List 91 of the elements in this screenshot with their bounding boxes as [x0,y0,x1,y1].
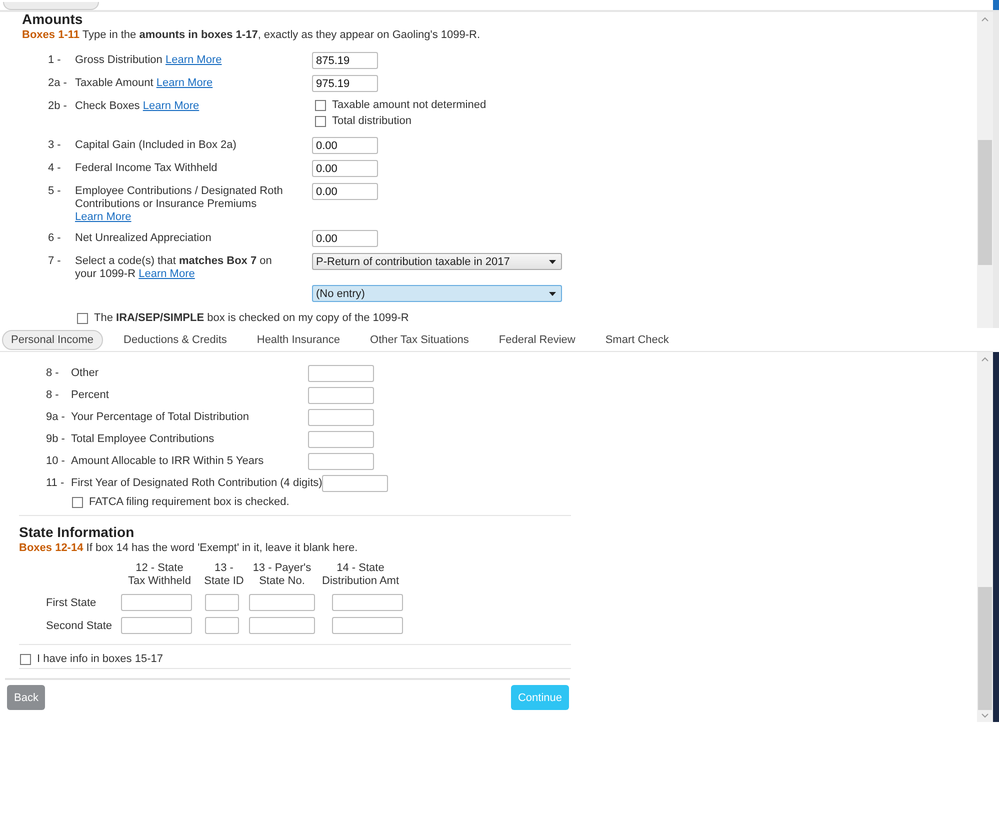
box-number: 10 - [46,454,66,469]
scrollbar[interactable] [977,352,993,722]
column-header: 12 - State Tax Withheld [127,562,192,588]
state-field[interactable] [332,594,403,611]
checkbox-label: Total distribution [332,115,412,127]
state-field[interactable] [249,617,315,634]
checkbox[interactable] [315,116,326,126]
box-number: 9a - [46,410,66,425]
field-label: Capital Gain (Included in Box 2a) [75,138,238,152]
checkbox-label: The IRA/SEP/SIMPLE box is checked on my copy of the 1099-R [94,312,409,324]
row-label: Second State [46,620,114,632]
field-label: Employee Contributions / Designated Roth Contributions or Insurance Premiums Learn More [75,184,284,224]
field-label: Your Percentage of Total Distribution [71,411,249,423]
field-label: Gross Distribution Learn More [75,53,223,67]
scroll-down-icon[interactable] [981,713,989,719]
box-number: 4 - [48,161,62,176]
field-label: Select a code(s) that matches Box 7 on your 1099-R Learn More [75,254,273,281]
amount-field[interactable]: 0.00 [312,160,378,177]
state-field[interactable] [121,594,192,611]
code-dropdown[interactable]: (No entry) [312,285,562,302]
scrollbar-thumb[interactable] [978,587,992,710]
amount-field[interactable] [322,475,388,492]
learn-more-link[interactable]: Learn More [165,54,222,66]
box-number: 2a - [48,76,68,91]
nav-tab[interactable]: Federal Review [490,330,584,350]
amount-field[interactable] [308,453,374,470]
scroll-up-icon[interactable] [981,16,989,22]
column-header: 13 - Payer's State No. [252,562,312,588]
scrollbar-thumb[interactable] [978,140,992,265]
box-number: 9b - [46,432,66,447]
column-header: 13 - State ID [203,562,245,588]
checkbox-label: Taxable amount not determined [332,99,486,111]
learn-more-link[interactable]: Learn More [142,100,200,112]
column-header: 14 - State Distribution Amt [322,562,399,588]
box-number: 1 - [48,53,62,68]
checkbox-label: FATCA filing requirement box is checked. [89,496,290,508]
checkbox[interactable] [72,496,83,508]
field-label: Taxable Amount Learn More [75,76,214,90]
box-number: 5 - [48,184,62,199]
learn-more-link[interactable]: Learn More [75,211,132,223]
amount-field[interactable]: 0.00 [312,137,378,154]
box-number: 7 - [48,254,62,269]
nav-tab[interactable]: Smart Check [596,330,678,350]
scroll-up-icon[interactable] [981,356,989,362]
box-number: 11 - [46,476,66,491]
amount-field[interactable] [308,409,374,426]
box-number: 2b - [48,99,68,114]
amount-field[interactable] [308,387,374,404]
scrollbar[interactable] [977,12,993,328]
field-label: Percent [71,389,109,401]
amount-field[interactable]: 0.00 [312,230,378,247]
box-number: 8 - [46,388,60,403]
state-field[interactable] [205,594,239,611]
nav-tab[interactable]: Other Tax Situations [361,330,478,350]
nav-tab[interactable]: Deductions & Credits [114,330,236,350]
section-heading: Amounts [22,12,84,26]
amount-field[interactable]: 875.19 [312,52,378,69]
learn-more-link[interactable]: Learn More [138,268,195,280]
section-intro: Boxes 12-14 If box 14 has the word 'Exempt' in it, leave it blank here. [19,542,359,554]
state-field[interactable] [249,594,315,611]
row-label: First State [46,596,98,608]
field-label: Net Unrealized Appreciation [75,231,212,245]
checkbox[interactable] [20,654,31,664]
box-number: 6 - [48,231,62,246]
amount-field[interactable] [308,431,374,448]
checkbox[interactable] [77,312,88,324]
box-number: 8 - [46,366,60,381]
amount-field[interactable]: 975.19 [312,75,378,92]
caret-icon [549,260,556,264]
box-number: 3 - [48,138,62,153]
field-label: Total Employee Contributions [71,433,214,445]
section-heading: State Information [19,524,136,540]
field-label: First Year of Designated Roth Contribution (4 digits) [71,477,322,489]
code-dropdown[interactable]: P-Return of contribution taxable in 2017 [312,253,562,270]
checkbox-label: I have info in boxes 15-17 [37,653,163,665]
section-intro: Boxes 1-11 Type in the amounts in boxes 1-17, exactly as they appear on Gaoling's 1099-R. [22,29,482,41]
field-label: Other [71,367,99,379]
field-label: Federal Income Tax Withheld [75,161,218,175]
checkbox[interactable] [315,100,326,110]
amount-field[interactable]: 0.00 [312,183,378,200]
state-field[interactable] [332,617,403,634]
state-field[interactable] [205,617,239,634]
state-field[interactable] [121,617,192,634]
caret-icon [549,292,556,296]
amount-field[interactable] [308,365,374,382]
nav-tab[interactable]: Health Insurance [248,330,350,350]
field-label: Check Boxes Learn More [75,99,200,113]
nav-tab[interactable]: Personal Income [2,330,103,350]
window-edge [993,0,999,10]
field-label: Amount Allocable to IRR Within 5 Years [71,455,264,467]
learn-more-link[interactable]: Learn More [156,77,213,89]
